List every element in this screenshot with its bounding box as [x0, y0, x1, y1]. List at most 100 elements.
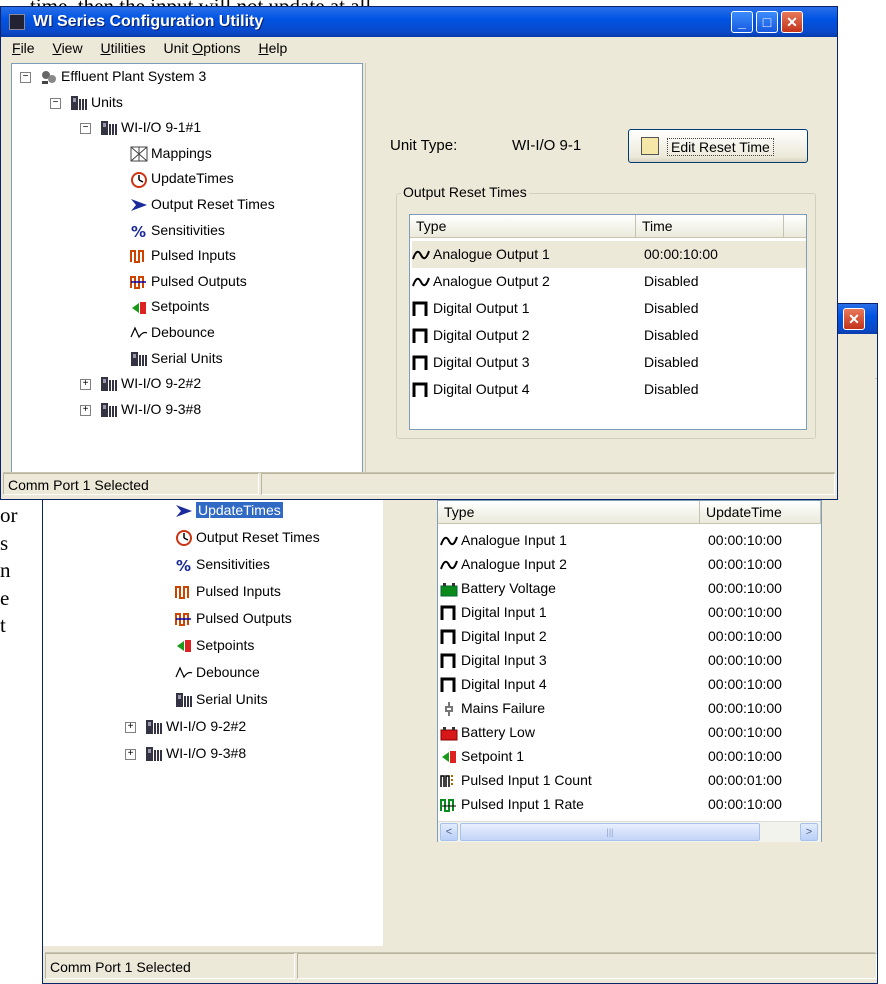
tree-item[interactable]: Serial Units	[175, 689, 268, 709]
table-row[interactable]: Setpoint 1 00:00:10:00	[440, 743, 820, 770]
tree-item[interactable]: Pulsed Inputs	[175, 581, 281, 601]
tree-item[interactable]: WI-I/O 9-3#8	[100, 399, 201, 419]
tree-item[interactable]: Pulsed Outputs	[175, 608, 292, 628]
tree-item[interactable]: Pulsed Outputs	[130, 271, 247, 291]
tree-item[interactable]: Debounce	[130, 322, 215, 342]
row-type-cell: Mains Failure	[440, 695, 545, 722]
table-row[interactable]: Mains Failure 00:00:10:00	[440, 695, 820, 722]
column-header-time[interactable]: Time	[636, 215, 784, 237]
table-row[interactable]: Analogue Output 1 00:00:10:00	[412, 241, 806, 268]
tree-item[interactable]: % Sensitivities	[175, 554, 270, 575]
table-row[interactable]: Battery Voltage 00:00:10:00	[440, 575, 820, 602]
tree-item-label: Units	[91, 93, 123, 110]
tree-expand-button[interactable]: +	[125, 749, 136, 760]
table-row[interactable]: Digital Output 4 Disabled	[412, 376, 806, 403]
back-window-close-button[interactable]: ✕	[843, 308, 865, 330]
tree-item-label: WI-I/O 9-1#1	[121, 119, 202, 136]
tree-item[interactable]: WI-I/O 9-2#2	[145, 716, 246, 736]
digital-pulse-icon	[440, 605, 458, 621]
edit-icon	[641, 137, 659, 155]
scroll-left-button[interactable]: <	[440, 823, 458, 841]
table-row[interactable]: Digital Output 1 Disabled	[412, 295, 806, 322]
edit-reset-time-button[interactable]: Edit Reset Time	[628, 129, 808, 163]
row-type-cell: Battery Low	[440, 719, 535, 746]
table-row[interactable]: Digital Input 1 00:00:10:00	[440, 599, 820, 626]
tree-item[interactable]: Setpoints	[130, 296, 209, 316]
row-type: Digital Input 2	[461, 628, 547, 644]
row-time: Disabled	[644, 354, 699, 370]
tree-item[interactable]: Units	[70, 92, 123, 112]
tree-item[interactable]: Setpoints	[175, 635, 254, 655]
table-row[interactable]: Digital Input 3 00:00:10:00	[440, 647, 820, 674]
tree-item-label: Mappings	[151, 144, 212, 161]
tree-item[interactable]: Pulsed Inputs	[130, 245, 236, 265]
table-row[interactable]: Pulsed Input 1 Count 00:00:01:00	[440, 767, 820, 794]
row-type: Battery Voltage	[461, 580, 556, 596]
serial-units-icon	[130, 351, 148, 367]
tree-item[interactable]: Mappings	[130, 143, 212, 163]
tree-item[interactable]: UpdateTimes	[130, 168, 234, 188]
unit-type-label: Unit Type:	[390, 137, 458, 154]
tree-item-label: Setpoints	[196, 637, 255, 653]
table-row[interactable]: Digital Output 2 Disabled	[412, 322, 806, 349]
maximize-button[interactable]: □	[756, 11, 778, 33]
front-window: WI Series Configuration Utility _ □ ✕ Fi…	[0, 6, 838, 500]
column-header-type[interactable]: Type	[438, 501, 700, 523]
table-row[interactable]: Digital Output 3 Disabled	[412, 349, 806, 376]
tree-item[interactable]: Debounce	[175, 662, 260, 682]
tree-item[interactable]: WI-I/O 9-2#2	[100, 373, 201, 393]
tree-expand-button[interactable]: +	[80, 379, 91, 391]
table-row[interactable]: Analogue Input 1 00:00:10:00	[440, 527, 820, 554]
tree-item[interactable]: Effluent Plant System 3	[40, 66, 206, 86]
pulsed-output-icon	[175, 611, 193, 627]
scroll-thumb[interactable]: |||	[460, 823, 760, 841]
tree-item[interactable]: WI-I/O 9-3#8	[145, 743, 246, 763]
tree-item-label: Pulsed Inputs	[151, 247, 236, 264]
pulsed-output-icon	[130, 274, 148, 290]
percent-icon: %	[130, 223, 148, 241]
menu-unit-options[interactable]: Unit Options	[157, 38, 248, 58]
table-row[interactable]: Digital Input 4 00:00:10:00	[440, 671, 820, 698]
row-type-cell: Digital Output 4	[412, 376, 530, 403]
table-row[interactable]: Analogue Output 2 Disabled	[412, 268, 806, 295]
table-row[interactable]: Battery Low 00:00:10:00	[440, 719, 820, 746]
front-window-titlebar[interactable]: WI Series Configuration Utility _ □ ✕	[1, 7, 837, 37]
tree-collapse-button[interactable]: −	[80, 123, 91, 135]
menu-file[interactable]: File	[5, 38, 42, 58]
menu-utilities[interactable]: Utilities	[93, 38, 152, 58]
column-header-type[interactable]: Type	[410, 215, 636, 237]
close-button[interactable]: ✕	[781, 11, 803, 33]
table-row[interactable]: Digital Input 2 00:00:10:00	[440, 623, 820, 650]
plug-icon	[440, 701, 458, 717]
document-fragment: t	[0, 613, 6, 637]
digital-pulse-icon	[412, 382, 430, 398]
tree-expand-button[interactable]: +	[80, 404, 91, 416]
tree-item[interactable]: Output Reset Times	[175, 527, 320, 547]
row-type-cell: Digital Input 1	[440, 599, 547, 626]
tree-item[interactable]: WI-I/O 9-1#1	[100, 117, 201, 137]
svg-text:%: %	[176, 557, 191, 573]
tree-item-label: Debounce	[196, 664, 260, 680]
menu-help[interactable]: Help	[251, 38, 294, 58]
battery-green-icon	[440, 581, 458, 597]
tree-item-label: Serial Units	[151, 349, 223, 366]
tree-item[interactable]: % Sensitivities	[130, 220, 225, 241]
tree-item[interactable]: Output Reset Times	[130, 194, 275, 214]
minimize-button[interactable]: _	[731, 11, 753, 33]
table-row[interactable]: Pulsed Input 1 Rate 00:00:10:00	[440, 791, 820, 818]
output-reset-times-group: Output Reset Times Type Time Analogue Ou…	[396, 184, 816, 439]
tree-item[interactable]: Serial Units	[130, 348, 223, 368]
column-header-updatetime[interactable]: UpdateTime	[700, 501, 821, 523]
menu-view[interactable]: View	[45, 38, 89, 58]
tree-item-label: WI-I/O 9-2#2	[166, 718, 247, 734]
tree-collapse-button[interactable]: −	[20, 72, 31, 83]
row-type: Digital Input 1	[461, 604, 547, 620]
scroll-right-button[interactable]: >	[800, 823, 818, 841]
tree-expand-button[interactable]: +	[125, 722, 136, 733]
row-type-cell: Digital Input 4	[440, 671, 547, 698]
table-row[interactable]: Analogue Input 2 00:00:10:00	[440, 551, 820, 578]
battery-red-icon	[440, 725, 458, 741]
tree-collapse-button[interactable]: −	[50, 97, 61, 109]
tree-item[interactable]: UpdateTimes	[175, 500, 283, 520]
back-horizontal-scrollbar[interactable]: < ||| >	[438, 821, 821, 842]
